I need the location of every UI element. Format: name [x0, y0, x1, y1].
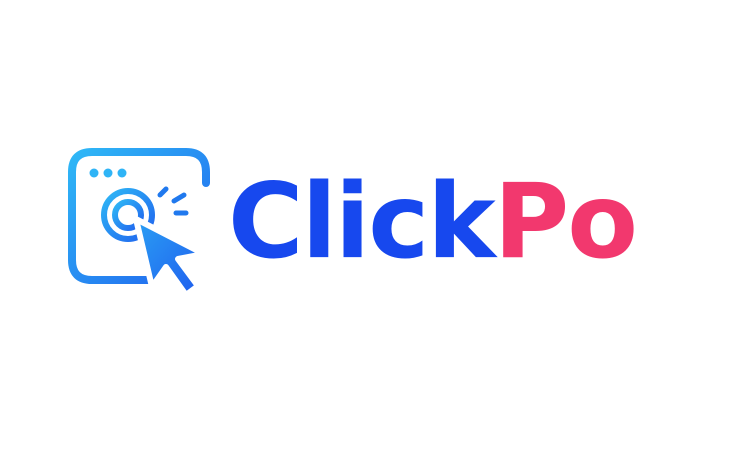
brand-wordmark: ClickPo	[228, 162, 638, 282]
brand-name-click: Click	[228, 162, 496, 282]
browser-cursor-click-icon	[68, 148, 210, 298]
click-burst-1	[157, 186, 169, 198]
window-dot-2	[103, 168, 113, 178]
clickpo-logo: ClickPo	[0, 0, 750, 450]
window-dot-3	[117, 168, 127, 178]
window-dot-1	[89, 168, 99, 178]
click-burst-2	[171, 192, 187, 204]
brand-name-po: Po	[493, 162, 638, 282]
